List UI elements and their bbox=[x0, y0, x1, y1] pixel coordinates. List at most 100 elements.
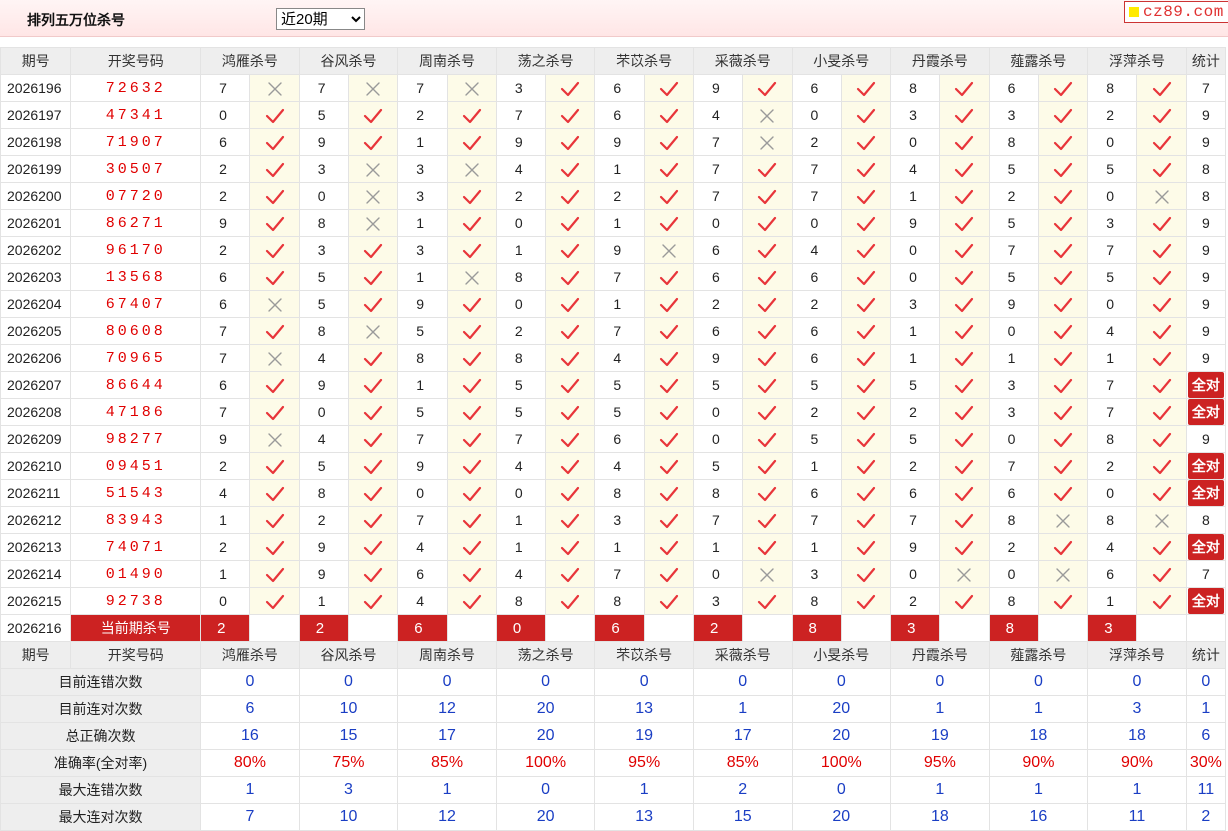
hit-mark bbox=[643, 479, 694, 507]
summary-value: 3 bbox=[1087, 695, 1187, 723]
row-stat: 7 bbox=[1185, 74, 1227, 102]
hit-mark bbox=[446, 290, 497, 318]
hit-mark bbox=[347, 479, 399, 507]
kill-number: 0 bbox=[890, 560, 941, 588]
row-stat: 9 bbox=[1185, 236, 1227, 264]
kill-number: 7 bbox=[397, 506, 448, 534]
check-icon bbox=[462, 243, 481, 258]
all-correct-badge: 全对 bbox=[1187, 480, 1224, 506]
check-icon bbox=[1053, 432, 1073, 447]
kill-number-table: 期号 开奖号码 鸿雁杀号 谷风杀号 周南杀号 荡之杀号 芣苡杀号 采薇杀号 小旻杀号 丹霞杀号 薤露… bbox=[0, 47, 1227, 831]
hit-mark bbox=[742, 236, 793, 264]
hit-mark bbox=[347, 371, 399, 399]
current-issue: 2026216 bbox=[0, 614, 72, 642]
hit-mark bbox=[1037, 506, 1089, 534]
hit-mark bbox=[347, 182, 399, 210]
hit-mark bbox=[643, 452, 694, 480]
column-header: 薤露杀号 bbox=[988, 47, 1089, 75]
check-icon bbox=[758, 324, 777, 339]
check-icon bbox=[659, 81, 678, 96]
summary-value: 15 bbox=[692, 803, 793, 831]
row-stat: 8 bbox=[1185, 182, 1227, 210]
hit-mark bbox=[1136, 128, 1187, 156]
check-icon bbox=[1053, 297, 1073, 312]
issue-number: 2026211 bbox=[0, 479, 72, 507]
check-icon bbox=[561, 81, 580, 96]
hit-mark bbox=[249, 479, 300, 507]
check-icon bbox=[364, 297, 383, 312]
hit-mark bbox=[643, 290, 694, 318]
kill-number: 2 bbox=[495, 317, 547, 345]
hit-mark bbox=[249, 236, 300, 264]
check-icon bbox=[265, 189, 284, 204]
summary-value: 85% bbox=[692, 749, 793, 777]
kill-number: 5 bbox=[298, 263, 349, 291]
check-icon bbox=[1152, 459, 1171, 474]
kill-number: 7 bbox=[298, 74, 349, 102]
check-icon bbox=[364, 270, 383, 285]
hit-mark bbox=[1136, 452, 1187, 480]
hit-mark bbox=[249, 263, 300, 291]
hit-mark bbox=[545, 398, 596, 426]
summary-value: 13 bbox=[594, 695, 694, 723]
check-icon bbox=[758, 297, 777, 312]
table-row: 2026213 74071 2 9 4 1 1 1 1 9 2 4 全对 bbox=[0, 533, 1227, 561]
kill-number: 9 bbox=[988, 290, 1039, 318]
all-correct-badge: 全对 bbox=[1187, 372, 1224, 398]
kill-number: 9 bbox=[200, 425, 251, 453]
kill-number: 2 bbox=[1087, 452, 1138, 480]
check-icon bbox=[561, 540, 580, 555]
summary-value: 0 bbox=[1087, 668, 1187, 696]
table-row: 2026210 09451 2 5 9 4 4 5 1 2 7 2 全对 bbox=[0, 452, 1227, 480]
table-row: 2026202 96170 2 3 3 1 9 6 4 0 7 7 9 bbox=[0, 236, 1227, 264]
column-header: 丹霞杀号 bbox=[890, 47, 990, 75]
row-stat: 全对 bbox=[1185, 533, 1227, 561]
summary-value: 1 bbox=[200, 776, 300, 804]
hit-mark bbox=[446, 452, 497, 480]
period-select[interactable]: 近20期 bbox=[276, 8, 365, 30]
table-row: 2026214 01490 1 9 6 4 7 0 3 0 0 6 7 bbox=[0, 560, 1227, 588]
issue-number: 2026200 bbox=[0, 182, 72, 210]
site-logo[interactable]: cz89.com bbox=[1124, 1, 1228, 23]
check-icon bbox=[265, 567, 284, 582]
check-icon bbox=[561, 567, 580, 582]
check-icon bbox=[364, 459, 383, 474]
check-icon bbox=[462, 513, 481, 528]
kill-number: 9 bbox=[890, 209, 941, 237]
hit-mark bbox=[545, 317, 596, 345]
hit-mark bbox=[446, 128, 497, 156]
kill-number: 1 bbox=[594, 155, 645, 183]
hit-mark bbox=[840, 425, 892, 453]
kill-number: 1 bbox=[397, 209, 448, 237]
hit-mark bbox=[1037, 344, 1089, 372]
kill-number: 3 bbox=[988, 371, 1039, 399]
hit-mark bbox=[643, 398, 694, 426]
kill-number: 7 bbox=[1087, 236, 1138, 264]
kill-number: 1 bbox=[200, 506, 251, 534]
empty-cell bbox=[939, 614, 990, 642]
hit-mark bbox=[545, 533, 596, 561]
hit-mark bbox=[446, 101, 497, 129]
check-icon bbox=[364, 567, 383, 582]
kill-number: 9 bbox=[298, 371, 349, 399]
kill-number: 9 bbox=[594, 236, 645, 264]
check-icon bbox=[856, 351, 876, 366]
hit-mark bbox=[1037, 128, 1089, 156]
issue-number: 2026215 bbox=[0, 587, 72, 615]
check-icon bbox=[955, 459, 974, 474]
kill-number: 3 bbox=[594, 506, 645, 534]
summary-value: 12 bbox=[397, 803, 497, 831]
hit-mark bbox=[1037, 398, 1089, 426]
table-row: 2026206 70965 7 4 8 8 4 9 6 1 1 1 9 bbox=[0, 344, 1227, 372]
check-icon bbox=[659, 351, 678, 366]
hit-mark bbox=[939, 371, 990, 399]
hit-mark bbox=[939, 398, 990, 426]
hit-mark bbox=[643, 263, 694, 291]
check-icon bbox=[561, 459, 580, 474]
kill-number: 1 bbox=[791, 452, 842, 480]
cross-icon bbox=[1056, 513, 1070, 528]
summary-value: 1 bbox=[988, 695, 1089, 723]
issue-number: 2026212 bbox=[0, 506, 72, 534]
kill-number: 4 bbox=[1087, 533, 1138, 561]
hit-mark bbox=[742, 155, 793, 183]
